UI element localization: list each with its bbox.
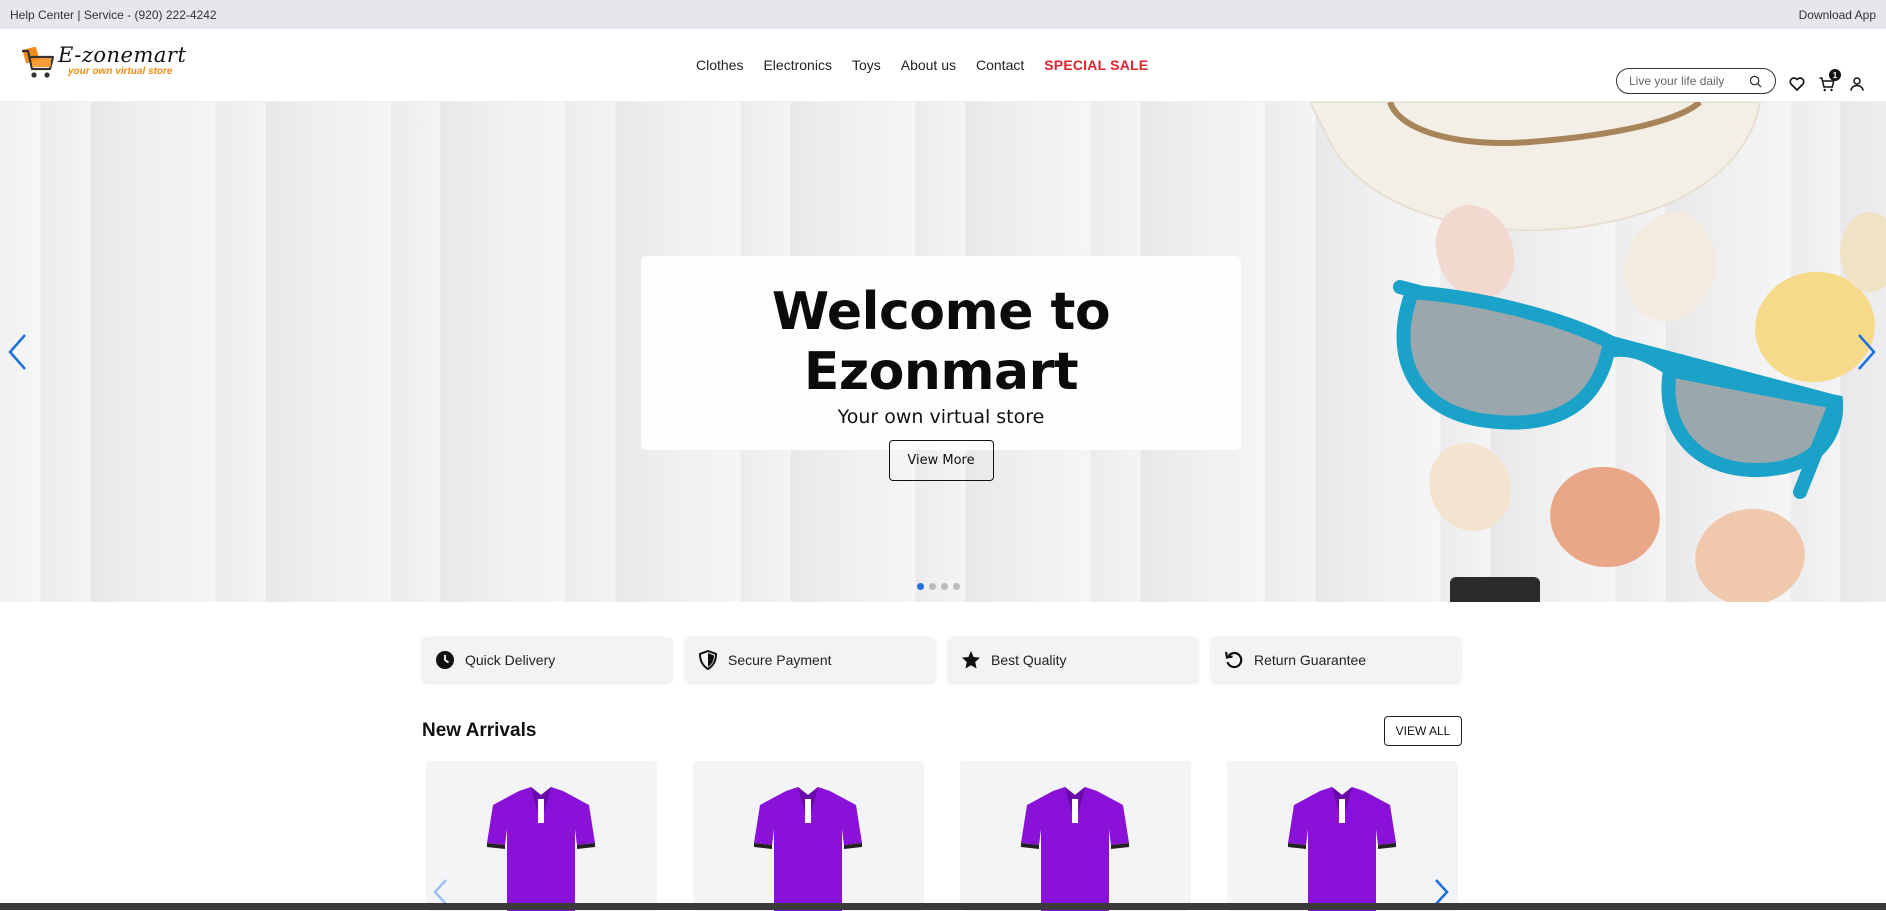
feature-quick-delivery: Quick Delivery (422, 637, 672, 682)
help-center-text[interactable]: Help Center | Service - (920) 222-4242 (10, 8, 217, 22)
product-card[interactable] (693, 761, 924, 911)
search-icon[interactable] (1749, 75, 1762, 88)
product-card[interactable] (426, 761, 657, 911)
feature-secure-payment: Secure Payment (685, 637, 935, 682)
feature-badges: Quick Delivery Secure Payment Best Quali… (422, 637, 1461, 682)
feature-return-guarantee: Return Guarantee (1211, 637, 1461, 682)
carousel-dot[interactable] (917, 583, 924, 590)
window-bottom-edge (0, 903, 1886, 910)
search-input[interactable] (1629, 74, 1749, 88)
feature-label: Return Guarantee (1254, 651, 1367, 668)
polo-shirt-image (1021, 787, 1129, 911)
main-nav: Clothes Electronics Toys About us Contac… (696, 57, 1168, 73)
feature-label: Secure Payment (728, 651, 832, 668)
carousel-indicators (917, 583, 960, 590)
polo-shirt-image (487, 787, 595, 911)
feature-best-quality: Best Quality (948, 637, 1198, 682)
star-icon (962, 650, 980, 668)
brand-logo[interactable]: E-zonemart your own virtual store (20, 45, 186, 81)
nav-about-us[interactable]: About us (901, 57, 956, 73)
top-utility-bar: Help Center | Service - (920) 222-4242 D… (0, 0, 1886, 29)
view-more-button[interactable]: View More (888, 440, 994, 481)
heart-icon[interactable] (1788, 75, 1806, 93)
brand-tagline: your own virtual store (68, 66, 173, 77)
carousel-dot[interactable] (941, 583, 948, 590)
nav-toys[interactable]: Toys (852, 57, 881, 73)
hero-subtitle: Your own virtual store (837, 406, 1045, 428)
feature-label: Best Quality (991, 651, 1067, 668)
shield-icon (698, 649, 718, 670)
download-app-link[interactable]: Download App (1799, 8, 1876, 22)
product-card[interactable] (960, 761, 1191, 911)
carousel-next-icon[interactable] (1856, 332, 1878, 372)
carousel-prev-icon[interactable] (6, 332, 28, 372)
cart-icon[interactable]: 1 (1818, 69, 1841, 93)
user-icon[interactable] (1848, 75, 1866, 93)
polo-shirt-image (1288, 787, 1396, 911)
carousel-dot[interactable] (953, 583, 960, 590)
clock-icon (436, 650, 454, 669)
hero-title: Welcome to Ezonmart (771, 282, 1111, 402)
feature-label: Quick Delivery (465, 651, 556, 668)
carousel-dot[interactable] (929, 583, 936, 590)
hero-card: Welcome to Ezonmart Your own virtual sto… (641, 256, 1241, 481)
new-arrivals-title: New Arrivals (422, 720, 537, 741)
cart-count-badge: 1 (1829, 69, 1841, 81)
brand-name: E-zonemart (58, 43, 187, 67)
search-box (1616, 68, 1776, 94)
nav-clothes[interactable]: Clothes (696, 57, 743, 73)
header-icons: 1 (1788, 69, 1866, 93)
nav-contact[interactable]: Contact (976, 57, 1024, 73)
product-card[interactable] (1227, 761, 1458, 911)
polo-shirt-image (754, 787, 862, 911)
product-carousel (426, 761, 1458, 911)
products-prev-icon[interactable] (432, 878, 448, 906)
return-icon (1224, 651, 1243, 668)
nav-electronics[interactable]: Electronics (763, 57, 831, 73)
site-header: E-zonemart your own virtual store Clothe… (0, 29, 1886, 102)
products-next-icon[interactable] (1434, 878, 1450, 906)
view-all-button[interactable]: VIEW ALL (1384, 716, 1462, 746)
hero-carousel: Welcome to Ezonmart Your own virtual sto… (0, 102, 1886, 602)
nav-special-sale[interactable]: SPECIAL SALE (1044, 57, 1148, 73)
cart-logo-icon (22, 46, 55, 78)
